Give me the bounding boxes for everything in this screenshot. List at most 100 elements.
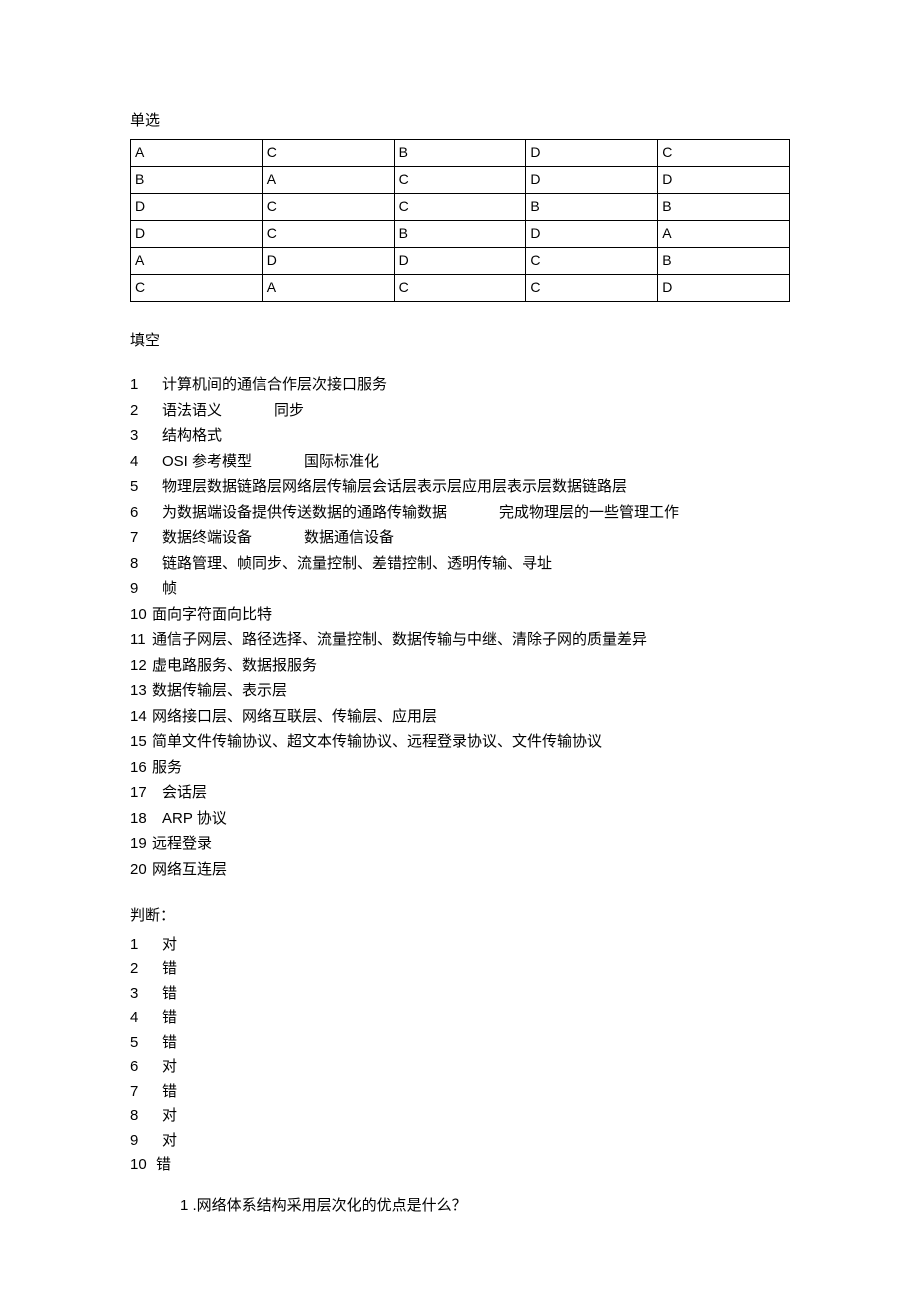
fill-item-number: 14: [130, 706, 152, 729]
list-item: 4OSI 参考模型国际标准化: [130, 451, 790, 474]
list-item: 16服务: [130, 757, 790, 780]
fill-item-number: 3: [130, 425, 152, 448]
list-item: 3 结构格式: [130, 425, 790, 448]
list-item: 18ARP 协议: [130, 808, 790, 831]
list-item: 6对: [130, 1056, 790, 1079]
judge-item-value: 对: [162, 1058, 177, 1075]
list-item: 7错: [130, 1081, 790, 1104]
table-cell: D: [658, 274, 790, 301]
table-cell: B: [394, 220, 526, 247]
judge-item-number: 6: [130, 1056, 152, 1079]
list-item: 5物理层数据链路层网络层传输层会话层表示层应用层表示层数据链路层: [130, 476, 790, 499]
table-cell: A: [262, 274, 394, 301]
list-item: 2错: [130, 958, 790, 981]
table-row: DCBDA: [131, 220, 790, 247]
table-cell: D: [526, 139, 658, 166]
document-page: 单选 ACBDCBACDDDCCBBDCBDAADDCBCACCD 填空 1计算…: [0, 0, 920, 1301]
fill-item-number: 17: [130, 782, 152, 805]
list-item: 3错: [130, 983, 790, 1006]
heading-single-choice: 单选: [130, 110, 790, 133]
table-cell: C: [526, 247, 658, 274]
judge-item-number: 3: [130, 983, 152, 1006]
table-cell: A: [658, 220, 790, 247]
essay-question-1: 1 .网络体系结构采用层次化的优点是什么？: [180, 1195, 790, 1218]
table-row: DCCBB: [131, 193, 790, 220]
list-item: 19远程登录: [130, 833, 790, 856]
judge-item-value: 错: [162, 1034, 177, 1051]
fill-item-number: 6: [130, 502, 152, 525]
fill-item-text: 远程登录: [152, 835, 212, 852]
judge-item-number: 10: [130, 1154, 152, 1177]
judge-item-value: 错: [162, 1083, 177, 1100]
table-cell: C: [526, 274, 658, 301]
table-cell: C: [394, 274, 526, 301]
list-item: 20网络互连层: [130, 859, 790, 882]
heading-judge: 判断：: [130, 905, 790, 928]
fill-item-text: 物理层数据链路层网络层传输层会话层表示层应用层表示层数据链路层: [162, 478, 627, 495]
list-item: 6为数据端设备提供传送数据的通路传输数据完成物理层的一些管理工作: [130, 502, 790, 525]
fill-item-text: 数据终端设备: [162, 529, 252, 546]
table-cell: C: [658, 139, 790, 166]
table-cell: D: [394, 247, 526, 274]
table-row: BACDD: [131, 166, 790, 193]
fill-item-text-2: 同步: [274, 402, 304, 419]
fill-item-text: 网络互连层: [152, 861, 227, 878]
list-item: 10面向字符面向比特: [130, 604, 790, 627]
fill-item-number: 2: [130, 400, 152, 423]
judge-list: 1对2错3错4错5错6对7错8对9对10错: [130, 934, 790, 1177]
judge-item-value: 对: [162, 1107, 177, 1124]
fill-item-text: ARP 协议: [162, 810, 227, 827]
fill-item-number: 19: [130, 833, 152, 856]
list-item: 9对: [130, 1130, 790, 1153]
table-cell: D: [131, 193, 263, 220]
table-cell: B: [526, 193, 658, 220]
list-item: 4错: [130, 1007, 790, 1030]
list-item: 15简单文件传输协议、超文本传输协议、远程登录协议、文件传输协议: [130, 731, 790, 754]
table-cell: C: [262, 220, 394, 247]
fill-item-text: 语法语义: [162, 402, 222, 419]
list-item: 13数据传输层、表示层: [130, 680, 790, 703]
fill-item-number: 11: [130, 629, 152, 652]
fill-item-text-2: 数据通信设备: [304, 529, 394, 546]
fill-item-number: 13: [130, 680, 152, 703]
list-item: 8 链路管理、帧同步、流量控制、差错控制、透明传输、寻址: [130, 553, 790, 576]
fill-item-text: 简单文件传输协议、超文本传输协议、远程登录协议、文件传输协议: [152, 733, 602, 750]
fill-blank-list: 1计算机间的通信合作层次接口服务2语法语义同步3结构格式4OSI 参考模型国际标…: [130, 374, 790, 881]
table-cell: D: [131, 220, 263, 247]
heading-fill-blank: 填空: [130, 330, 790, 353]
table-row: ACBDC: [131, 139, 790, 166]
judge-item-number: 1: [130, 934, 152, 957]
table-row: ADDCB: [131, 247, 790, 274]
fill-item-number: 7: [130, 527, 152, 550]
table-cell: A: [262, 166, 394, 193]
table-cell: D: [262, 247, 394, 274]
list-item: 5错: [130, 1032, 790, 1055]
judge-item-value: 错: [162, 960, 177, 977]
single-choice-table: ACBDCBACDDDCCBBDCBDAADDCBCACCD: [130, 139, 790, 302]
fill-item-text: 计算机间的通信合作层次接口服务: [162, 376, 387, 393]
table-cell: B: [131, 166, 263, 193]
fill-item-number: 20: [130, 859, 152, 882]
fill-item-text-2: 国际标准化: [304, 453, 379, 470]
fill-item-number: 16: [130, 757, 152, 780]
judge-item-number: 9: [130, 1130, 152, 1153]
table-cell: C: [262, 193, 394, 220]
judge-item-number: 7: [130, 1081, 152, 1104]
table-cell: B: [658, 247, 790, 274]
fill-item-number: 8: [130, 553, 152, 576]
list-item: 11通信子网层、路径选择、流量控制、数据传输与中继、清除子网的质量差异: [130, 629, 790, 652]
fill-item-text-2: 完成物理层的一些管理工作: [499, 504, 679, 521]
judge-item-value: 对: [162, 936, 177, 953]
judge-item-value: 错: [162, 1009, 177, 1026]
judge-item-number: 8: [130, 1105, 152, 1128]
table-cell: D: [658, 166, 790, 193]
fill-item-text: 服务: [152, 759, 182, 776]
table-cell: D: [526, 166, 658, 193]
judge-item-number: 2: [130, 958, 152, 981]
fill-item-text: 链路管理、帧同步、流量控制、差错控制、透明传输、寻址: [162, 555, 552, 572]
list-item: 1对: [130, 934, 790, 957]
fill-item-text: 结构格式: [162, 427, 222, 444]
list-item: 8对: [130, 1105, 790, 1128]
fill-item-number: 4: [130, 451, 152, 474]
judge-item-value: 对: [162, 1132, 177, 1149]
